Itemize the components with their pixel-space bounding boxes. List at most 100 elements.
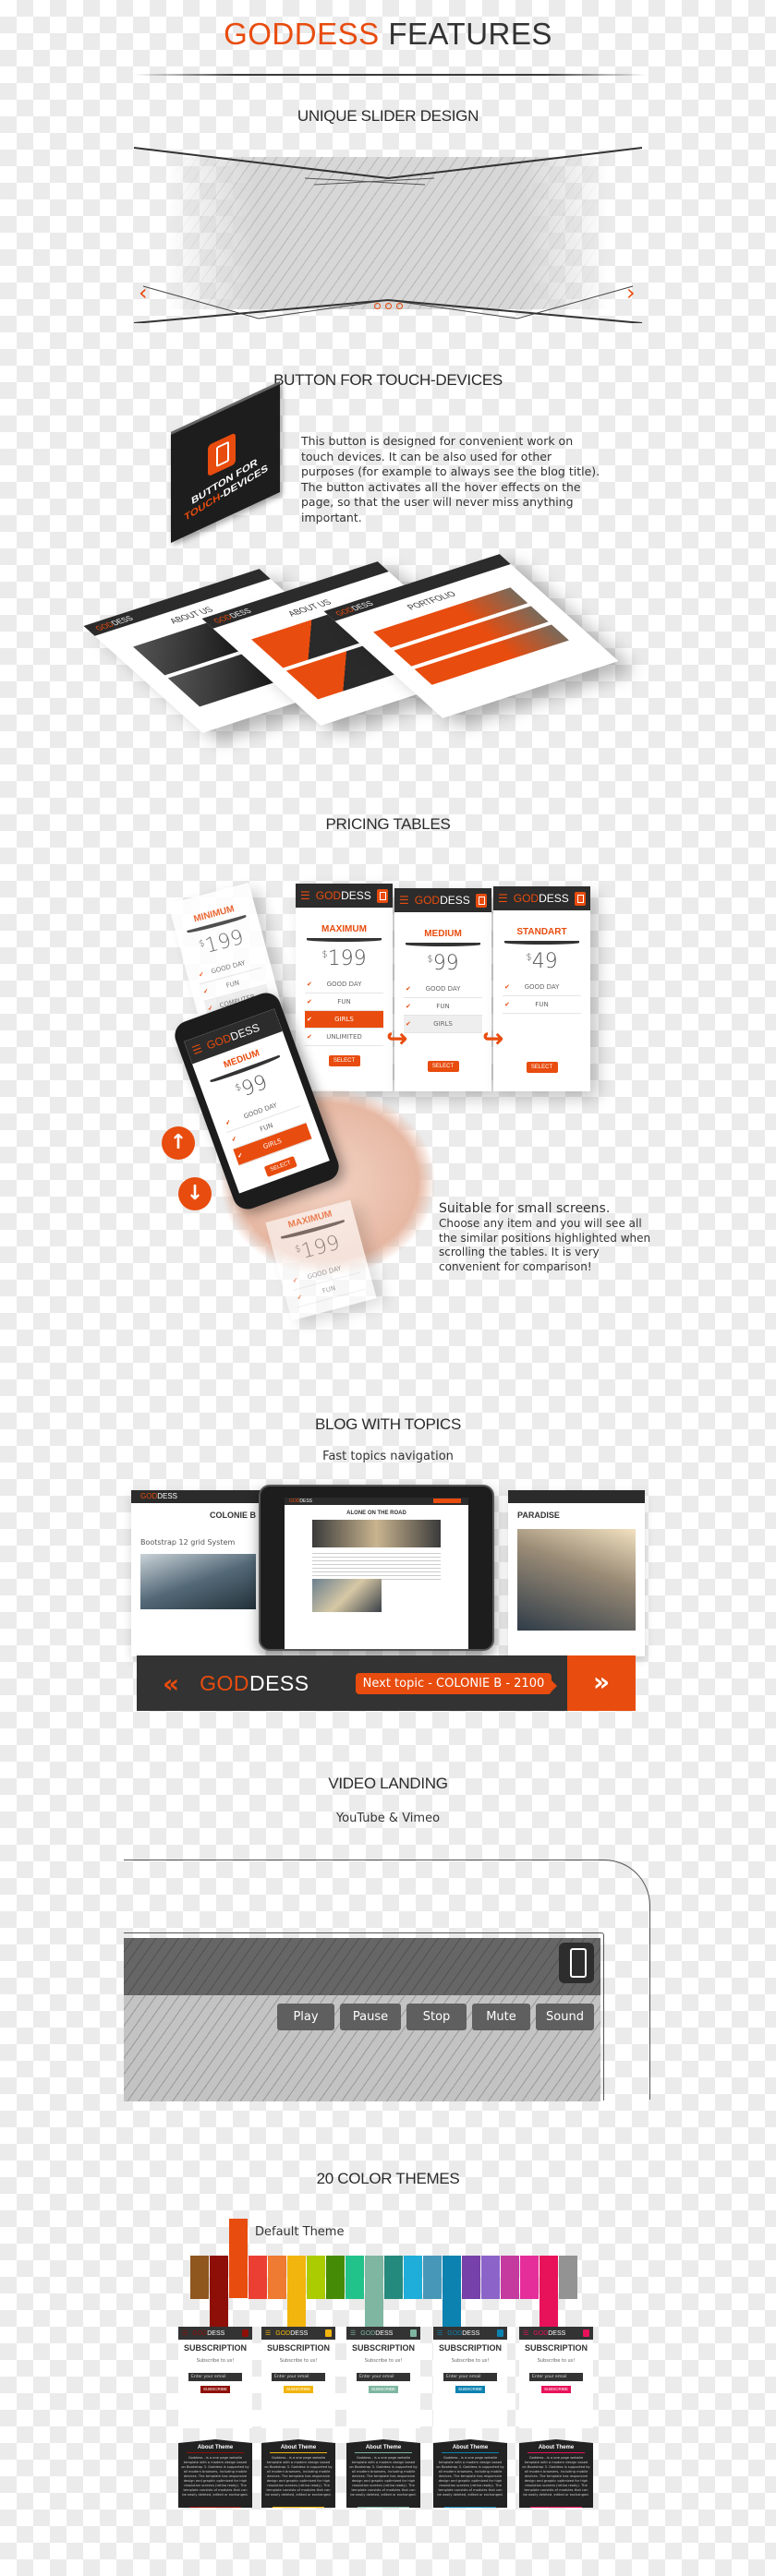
select-button[interactable]: SELECT <box>263 1155 297 1177</box>
select-button[interactable]: SELECT <box>328 1055 360 1066</box>
about-heading: About Theme <box>538 2445 575 2450</box>
theme-preview-card: ☰ GODDESS SUBSCRIPTION Subscribe to us! Ente… <box>178 2327 252 2508</box>
subscription-text: Subscribe to us! <box>196 2358 235 2364</box>
subscription-text: Subscribe to us! <box>279 2358 318 2364</box>
prev-topic-button[interactable]: « <box>163 1668 179 1699</box>
logo: GODDESS <box>192 2329 225 2337</box>
tablet-icon <box>574 891 586 906</box>
menu-icon: ☰ <box>265 2330 272 2337</box>
color-swatch[interactable] <box>268 2256 286 2299</box>
slider-preview: ‹ › <box>129 134 647 323</box>
phone-icon[interactable] <box>559 1943 594 1983</box>
chevron-left-icon: ‹ <box>139 280 148 306</box>
card-header: ☰ GODDESS <box>519 2327 593 2340</box>
play-button[interactable]: Play <box>277 2004 334 2030</box>
card-header: ☰ GODDESS <box>346 2327 420 2340</box>
page-header <box>508 1490 645 1503</box>
subscribe-button[interactable]: SUBSCRIBE <box>369 2386 398 2393</box>
about-underline <box>527 2452 585 2453</box>
color-swatch[interactable] <box>423 2256 442 2299</box>
email-input[interactable]: Enter your email <box>188 2373 242 2381</box>
color-swatch[interactable] <box>520 2256 539 2299</box>
about-underline <box>187 2452 244 2453</box>
touch-button-badge: BUTTON FOR TOUCH-DEVICES <box>171 380 280 543</box>
slider-dot[interactable] <box>396 303 403 309</box>
select-button[interactable]: SELECT <box>526 1062 558 1073</box>
purchase-button[interactable]: Purchase the template <box>273 2507 324 2508</box>
logo: GODDESS <box>315 889 371 902</box>
subscription-heading: SUBSCRIPTION <box>351 2343 415 2353</box>
purchase-button[interactable]: Purchase the template <box>189 2507 241 2508</box>
color-swatch[interactable] <box>384 2256 403 2299</box>
themes-section-title: 20 COLOR THEMES <box>316 2170 460 2187</box>
email-input[interactable]: Enter your email <box>443 2373 497 2381</box>
color-swatch[interactable] <box>481 2256 500 2299</box>
subscription-heading: SUBSCRIPTION <box>266 2343 330 2353</box>
plan-divider <box>504 941 579 945</box>
color-swatch[interactable] <box>249 2256 267 2299</box>
purchase-button[interactable]: Purchase the template <box>530 2507 582 2508</box>
color-swatch[interactable] <box>190 2256 209 2299</box>
email-input[interactable]: Enter your email <box>357 2373 410 2381</box>
slider-dot[interactable] <box>374 303 381 309</box>
feature-item[interactable]: GOOD DAY <box>305 976 383 993</box>
color-swatch[interactable] <box>443 2256 461 2328</box>
feature-item[interactable]: FUN <box>404 998 482 1016</box>
feature-item[interactable]: FUN <box>503 996 581 1014</box>
color-swatch[interactable] <box>287 2256 306 2328</box>
purchase-button[interactable]: Purchase the template <box>358 2507 409 2508</box>
about-text: Goddess - is a one page website template… <box>181 2456 249 2497</box>
subscription-block: SUBSCRIPTION Subscribe to us! Enter your e… <box>261 2340 335 2428</box>
color-swatch[interactable] <box>559 2256 577 2299</box>
mute-button[interactable]: Mute <box>472 2004 530 2030</box>
color-swatch-default[interactable] <box>229 2219 248 2298</box>
color-swatch[interactable] <box>210 2256 228 2328</box>
subscribe-button[interactable]: SUBSCRIBE <box>455 2386 485 2393</box>
select-button[interactable]: SELECT <box>427 1061 459 1072</box>
slider-prev-button[interactable]: ‹ <box>139 282 148 304</box>
feature-item[interactable]: GOOD DAY <box>404 981 482 998</box>
next-topic-button[interactable]: » <box>567 1655 636 1711</box>
color-swatch[interactable] <box>326 2256 345 2299</box>
theme-preview-card: ☰ GODDESS SUBSCRIPTION Subscribe to us! Ente… <box>261 2327 335 2508</box>
feature-item[interactable]: GOOD DAY <box>503 979 581 996</box>
stop-button[interactable]: Stop <box>406 2004 467 2030</box>
video-controls: Play Pause Stop Mute Sound <box>277 2004 594 2030</box>
menu-icon: ☰ <box>189 1041 204 1058</box>
article-image <box>140 1554 256 1609</box>
pause-button[interactable]: Pause <box>340 2004 401 2030</box>
next-topic-tooltip[interactable]: Next topic - COLONIE B - 2100 <box>355 1672 557 1694</box>
email-input[interactable]: Enter your email <box>529 2373 583 2381</box>
color-swatch[interactable] <box>346 2256 364 2299</box>
slider-next-button[interactable]: › <box>626 282 636 304</box>
default-theme-label: Default Theme <box>255 2225 345 2239</box>
color-swatch[interactable] <box>365 2256 383 2328</box>
subscription-heading: SUBSCRIPTION <box>438 2343 502 2353</box>
email-input[interactable]: Enter your email <box>272 2373 325 2381</box>
subscribe-button[interactable]: SUBSCRIBE <box>200 2386 230 2393</box>
color-swatch[interactable] <box>307 2256 325 2299</box>
feature-item[interactable]: GIRLS <box>404 1016 482 1033</box>
subscribe-button[interactable]: SUBSCRIBE <box>284 2386 313 2393</box>
goddess-logo: GODDESS <box>200 1670 309 1695</box>
slider-dot[interactable] <box>385 303 392 309</box>
feature-item-highlighted[interactable]: GIRLS <box>305 1011 383 1029</box>
page-title: GODDESS FEATURES <box>0 17 776 52</box>
subscription-block: SUBSCRIPTION Subscribe to us! Enter your e… <box>346 2340 420 2428</box>
feature-item[interactable]: UNLIMITED <box>305 1029 383 1046</box>
video-section-title: VIDEO LANDING <box>328 1775 448 1792</box>
touch-description: This button is designed for convenient w… <box>301 434 600 524</box>
about-underline <box>270 2452 327 2453</box>
theme-preview-card: ☰ GODDESS SUBSCRIPTION Subscribe to us! Ente… <box>346 2327 420 2508</box>
color-swatch[interactable] <box>540 2256 558 2328</box>
feature-item[interactable]: FUN <box>305 993 383 1011</box>
color-swatch[interactable] <box>501 2256 519 2299</box>
card-header: ☰ GODDESS <box>296 884 393 908</box>
sound-button[interactable]: Sound <box>536 2004 594 2030</box>
color-swatch[interactable] <box>462 2256 480 2299</box>
page-header: GODDESS <box>131 1490 265 1503</box>
tablet-icon <box>583 2329 589 2337</box>
color-swatch[interactable] <box>404 2256 422 2299</box>
subscribe-button[interactable]: SUBSCRIBE <box>541 2386 571 2393</box>
purchase-button[interactable]: Purchase the template <box>444 2507 496 2508</box>
